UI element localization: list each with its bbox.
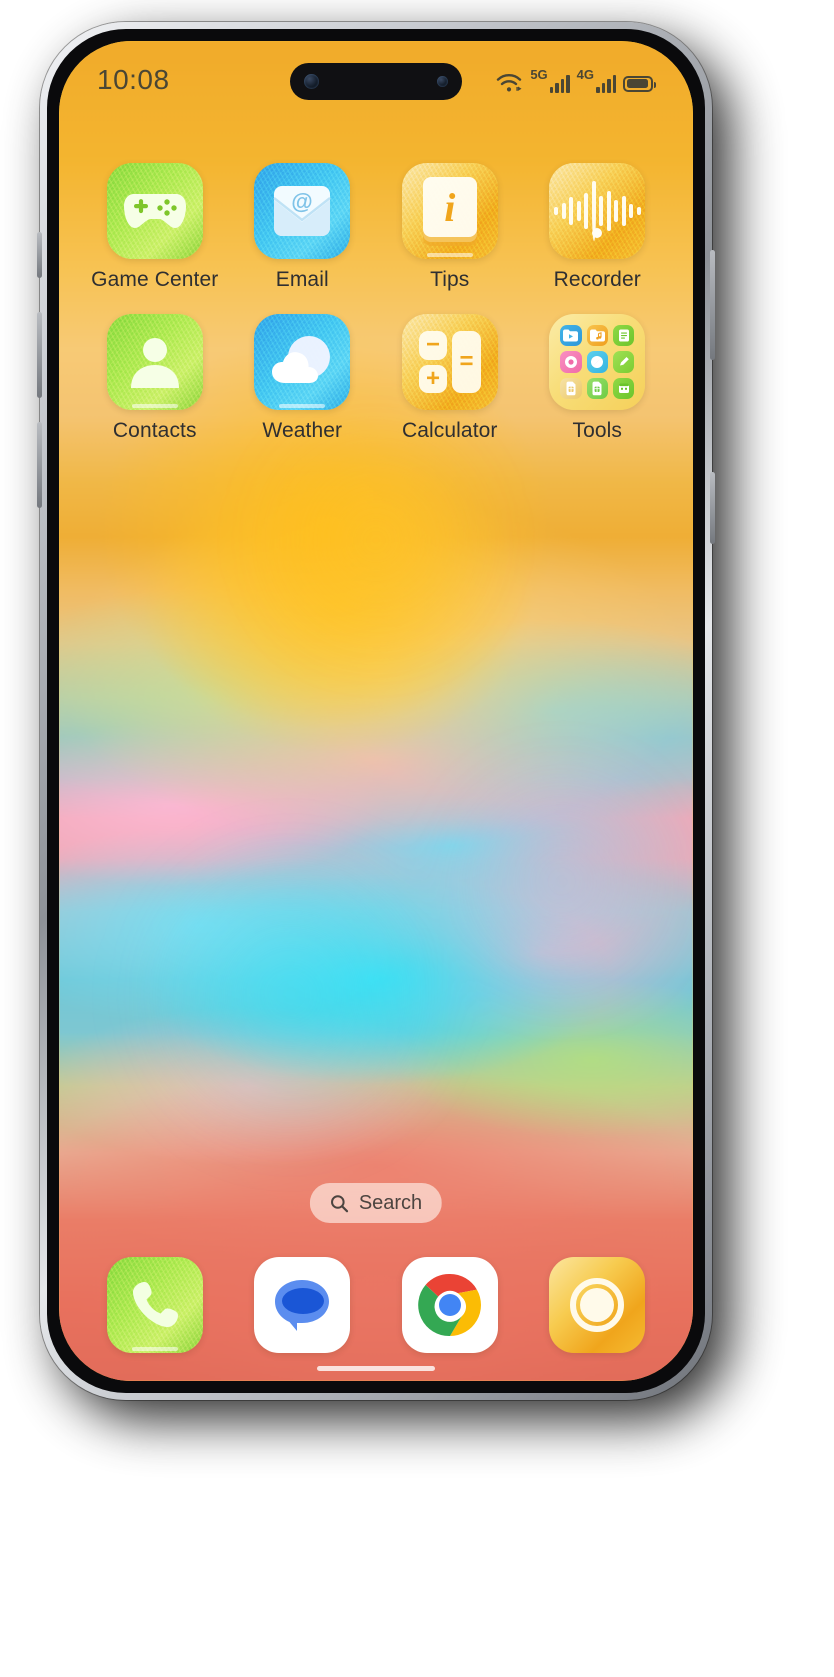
phone-bezel: 10:08 5G 4G Game Center @ Email i Tips R… [47, 29, 705, 1393]
mute-switch-button[interactable] [37, 232, 42, 278]
weather-page-bar [279, 404, 326, 408]
app-label-email: Email [275, 268, 329, 291]
gamepad-icon [106, 163, 203, 259]
app-icon-calculator[interactable]: − = + Calculator [376, 314, 524, 443]
calc-plus-key: + [418, 364, 448, 393]
app-label-tips: Tips [430, 268, 470, 291]
app-label-contacts: Contacts [112, 419, 197, 442]
signal-bars-5g-icon [549, 73, 570, 93]
folder-icon [549, 314, 646, 410]
signal-bars-4g-icon [596, 73, 616, 93]
calc-equals-key: = [452, 331, 481, 393]
app-folder-tools[interactable]: Tools [524, 314, 672, 443]
face-sensor-icon [437, 76, 448, 87]
app-label-tools: Tools [572, 419, 623, 442]
app-icon-email[interactable]: @ Email [229, 163, 377, 292]
signal-5g-indicator: 5G [530, 66, 570, 93]
calculator-icon: − = + [401, 314, 498, 410]
power-button[interactable] [710, 250, 715, 360]
search-label: Search [358, 1191, 423, 1214]
calculator-keys: − = + [418, 331, 481, 393]
search-icon [331, 1194, 349, 1212]
battery-icon [623, 75, 656, 92]
action-button[interactable] [710, 472, 715, 544]
app-label-game-center: Game Center [91, 268, 219, 291]
front-camera-icon [304, 74, 319, 89]
phone-page-bar [131, 1347, 178, 1351]
sun-cloud-icon [254, 314, 351, 410]
network-type-4g-label: 4G [576, 66, 594, 82]
signal-4g-indicator: 4G [577, 68, 616, 93]
phone-device-frame: 10:08 5G 4G Game Center @ Email i Tips R… [37, 22, 715, 1400]
app-label-recorder: Recorder [553, 268, 641, 291]
home-indicator[interactable] [317, 1366, 435, 1371]
app-icon-recorder[interactable]: Recorder [524, 163, 672, 292]
calc-minus-key: − [418, 331, 448, 360]
app-label-calculator: Calculator [401, 419, 498, 442]
search-bar[interactable]: Search [309, 1183, 443, 1223]
dock-icon-phone[interactable] [106, 1257, 203, 1353]
dock-icon-messages[interactable] [254, 1257, 351, 1353]
envelope-at-icon: @ [254, 163, 351, 259]
screenshot-root: 10:08 5G 4G Game Center @ Email i Tips R… [0, 0, 834, 1677]
calendar-icon [612, 377, 635, 399]
music-folder-icon [586, 325, 608, 347]
person-icon [106, 314, 203, 410]
phone-screen: 10:08 5G 4G Game Center @ Email i Tips R… [59, 41, 693, 1381]
pencil-icon [612, 351, 635, 373]
status-bar-indicators: 5G 4G [495, 66, 656, 93]
app-icon-contacts[interactable]: Contacts [81, 314, 229, 443]
app-label-weather: Weather [262, 419, 343, 442]
app-icon-tips[interactable]: i Tips [376, 163, 524, 292]
video-folder-icon [560, 325, 582, 347]
notes-icon [612, 325, 635, 347]
dock-icon-chrome[interactable] [401, 1257, 498, 1353]
info-card-icon: i [401, 163, 498, 259]
phone-handset-icon [132, 1282, 178, 1327]
svg-text:@: @ [292, 189, 313, 214]
volume-down-button[interactable] [37, 422, 42, 508]
chat-bubble-icon [275, 1280, 330, 1331]
network-type-5g-label: 5G [530, 66, 548, 82]
contacts-page-bar [131, 404, 178, 408]
wifi-icon [497, 73, 522, 91]
dynamic-island [290, 63, 462, 100]
app-icon-weather[interactable]: Weather [229, 314, 377, 443]
camera-lens-icon [570, 1278, 625, 1332]
tips-page-bar [426, 253, 473, 257]
compass-icon [586, 351, 608, 373]
status-bar-clock: 10:08 [97, 64, 170, 95]
app-grid: Game Center @ Email i Tips Recorder Cont… [59, 163, 693, 443]
chrome-icon [417, 1273, 481, 1337]
record-icon [560, 351, 582, 373]
sim-card-icon-2 [586, 377, 608, 399]
audio-waveform-icon [549, 163, 646, 259]
dock [59, 1257, 693, 1353]
volume-up-button[interactable] [37, 312, 42, 398]
sim-card-icon [560, 377, 582, 399]
tips-letter: i [422, 177, 477, 237]
folder-mini-grid [560, 325, 635, 399]
dock-icon-camera[interactable] [549, 1257, 646, 1353]
app-icon-game-center[interactable]: Game Center [81, 163, 229, 292]
